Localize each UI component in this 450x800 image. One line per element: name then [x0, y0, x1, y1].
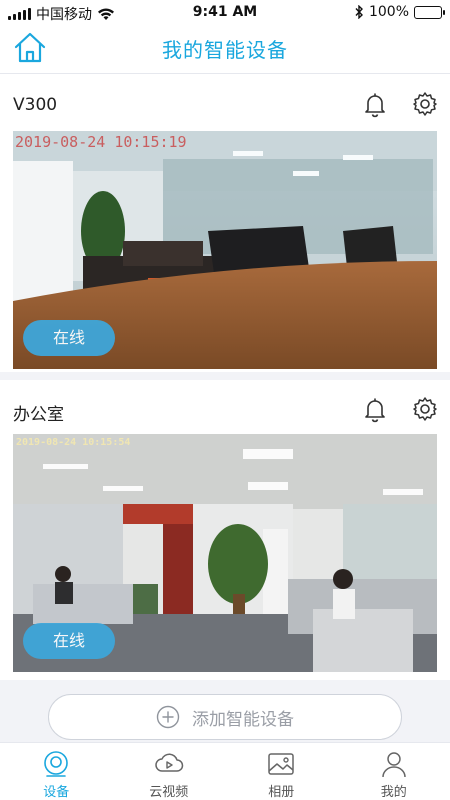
tab-label: 设备	[43, 785, 70, 800]
add-device-label: 添加智能设备	[192, 709, 294, 730]
device-icon	[44, 751, 69, 777]
video-timestamp: 2019-08-24 10:15:19	[15, 133, 187, 151]
album-icon	[268, 753, 294, 775]
device-card: V300 2019-08-24 10:15:19 在线	[0, 75, 450, 372]
tab-label: 云视频	[149, 785, 189, 800]
battery-percent: 100%	[368, 4, 409, 20]
alarm-bell-icon[interactable]	[361, 395, 389, 423]
tab-label: 我的	[380, 785, 407, 800]
camera-feed-video[interactable]: 2019-08-24 10:15:54 在线	[13, 434, 437, 672]
settings-gear-icon[interactable]	[412, 91, 438, 117]
tab-cloud-video[interactable]: 云视频	[113, 743, 226, 800]
tab-devices[interactable]: 设备	[0, 743, 113, 800]
settings-gear-icon[interactable]	[412, 396, 438, 422]
battery-icon	[414, 5, 445, 19]
add-device-button[interactable]: 添加智能设备	[48, 694, 402, 740]
camera-feed-video[interactable]: 2019-08-24 10:15:19 在线	[13, 131, 437, 369]
bluetooth-icon	[355, 5, 363, 19]
device-name: 办公室	[13, 405, 64, 425]
plus-circle-icon	[156, 705, 180, 729]
profile-icon	[382, 752, 406, 778]
tab-label: 相册	[268, 785, 295, 800]
alarm-bell-icon[interactable]	[361, 90, 389, 118]
device-card: 办公室 2019-08-24 10:15:54 在线	[0, 380, 450, 680]
tab-album[interactable]: 相册	[225, 743, 338, 800]
bottom-tab-bar: 设备 云视频 相册 我的	[0, 742, 450, 800]
status-bar: 中国移动 9:41 AM 100%	[0, 0, 450, 26]
online-status-button[interactable]: 在线	[23, 320, 115, 356]
video-timestamp: 2019-08-24 10:15:54	[16, 437, 131, 448]
online-status-button[interactable]: 在线	[23, 623, 115, 659]
tab-profile[interactable]: 我的	[338, 743, 450, 800]
device-list: V300 2019-08-24 10:15:19 在线 办公室 2019-08-…	[0, 75, 450, 742]
cloud-video-icon	[155, 753, 183, 772]
device-name: V300	[13, 95, 58, 115]
page-title: 我的智能设备	[162, 38, 288, 62]
add-device-area: 添加智能设备	[0, 682, 450, 742]
navigation-bar: 我的智能设备	[0, 26, 450, 74]
